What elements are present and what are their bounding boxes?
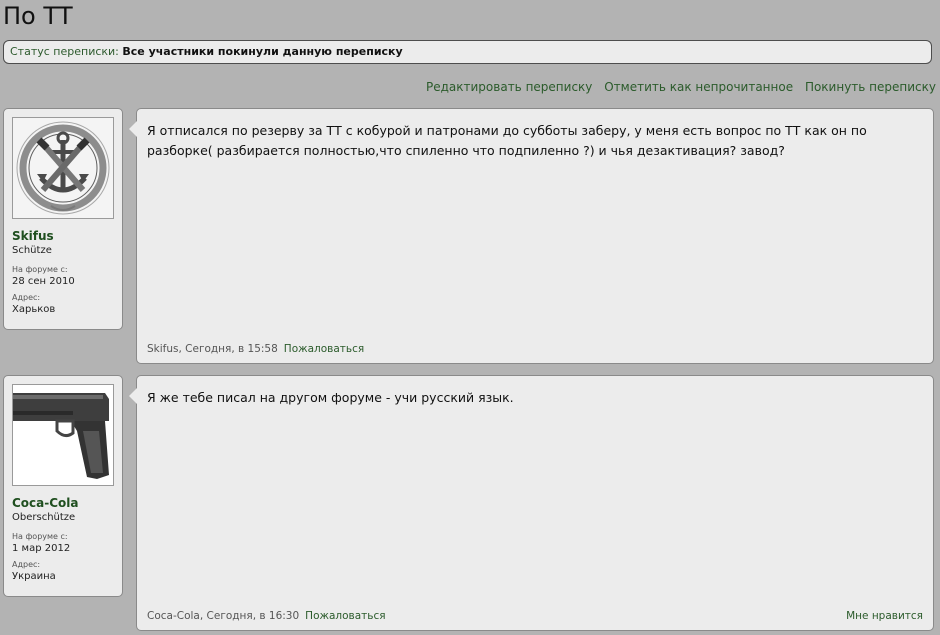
- conversation-actions: Редактировать переписку Отметить как неп…: [418, 80, 936, 94]
- avatar[interactable]: [12, 384, 114, 486]
- speech-arrow: [129, 388, 137, 404]
- user-info-panel: Skifus Schütze На форуме с: 28 сен 2010 …: [3, 108, 123, 330]
- username[interactable]: Skifus: [12, 229, 54, 243]
- message-author-time[interactable]: Coca-Cola, Сегодня, в 16:30: [147, 610, 299, 622]
- address-value: Харьков: [12, 304, 56, 315]
- avatar[interactable]: [12, 117, 114, 219]
- user-rank: Oberschütze: [12, 512, 76, 523]
- leave-conversation-link[interactable]: Покинуть переписку: [805, 80, 936, 94]
- user-info-panel: Coca-Cola Oberschütze На форуме с: 1 мар…: [3, 375, 123, 597]
- address-label: Адрес:: [12, 560, 41, 569]
- conversation-status-bar: Статус переписки: Все участники покинули…: [3, 40, 932, 64]
- user-rank: Schütze: [12, 245, 52, 256]
- report-link[interactable]: Пожаловаться: [305, 610, 385, 622]
- pistol-icon: [13, 385, 113, 485]
- message-author-time[interactable]: Skifus, Сегодня, в 15:58: [147, 343, 278, 355]
- joined-label: На форуме с:: [12, 265, 68, 274]
- message-meta: Skifus, Сегодня, в 15:58 Пожаловаться: [147, 343, 364, 355]
- status-label: Статус переписки:: [10, 45, 119, 58]
- speech-arrow: [129, 121, 137, 137]
- edit-conversation-link[interactable]: Редактировать переписку: [426, 80, 592, 94]
- joined-label: На форуме с:: [12, 532, 68, 541]
- joined-date: 28 сен 2010: [12, 276, 75, 287]
- message-panel: Я же тебе писал на другом форуме - учи р…: [129, 375, 934, 631]
- anchor-badge-icon: [13, 118, 113, 218]
- message-text: Я отписался по резерву за ТТ с кобурой и…: [147, 123, 867, 158]
- username[interactable]: Coca-Cola: [12, 496, 79, 510]
- page-title: По ТТ: [3, 2, 73, 30]
- report-link[interactable]: Пожаловаться: [284, 343, 364, 355]
- mark-unread-link[interactable]: Отметить как непрочитанное: [604, 80, 793, 94]
- message-meta: Coca-Cola, Сегодня, в 16:30 Пожаловаться: [147, 610, 386, 622]
- address-label: Адрес:: [12, 293, 41, 302]
- like-button[interactable]: Мне нравится: [846, 610, 923, 622]
- message-panel: Я отписался по резерву за ТТ с кобурой и…: [129, 108, 934, 364]
- address-value: Украина: [12, 571, 56, 582]
- joined-date: 1 мар 2012: [12, 543, 71, 554]
- message-text: Я же тебе писал на другом форуме - учи р…: [147, 390, 514, 405]
- status-value: Все участники покинули данную переписку: [122, 45, 403, 58]
